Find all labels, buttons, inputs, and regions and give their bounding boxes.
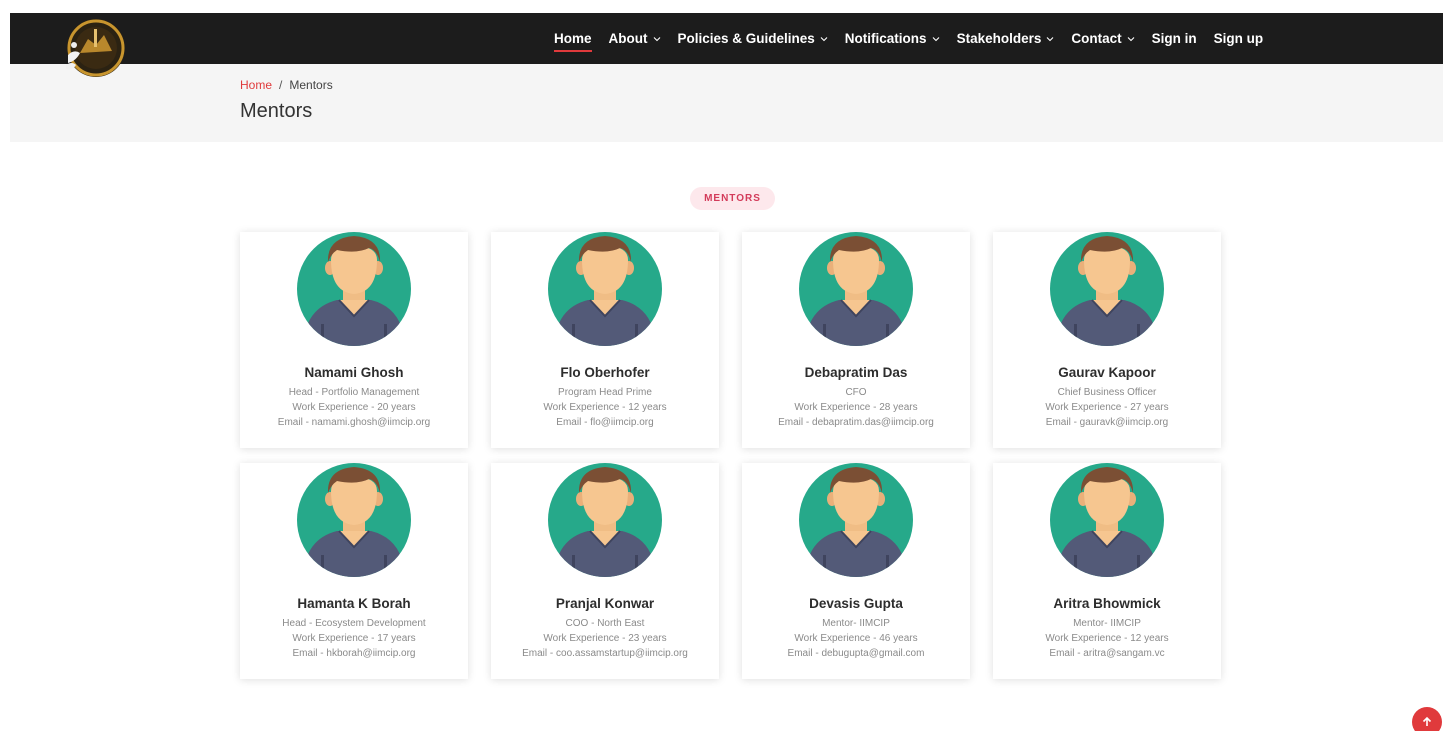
mentor-card[interactable]: Pranjal Konwar COO - North East Work Exp… <box>491 463 719 679</box>
chevron-down-icon <box>1046 36 1054 41</box>
mentor-experience: Work Experience - 12 years <box>543 402 667 413</box>
mentor-email: Email - hkborah@iimcip.org <box>292 648 416 659</box>
back-to-top-button[interactable] <box>1412 707 1442 731</box>
section-badge: MENTORS <box>690 187 775 210</box>
mentor-experience: Work Experience - 27 years <box>1045 402 1169 413</box>
breadcrumb: Home / Mentors <box>240 78 333 92</box>
mentor-experience: Work Experience - 28 years <box>794 402 918 413</box>
nav-policies-guidelines[interactable]: Policies & Guidelines <box>678 13 828 64</box>
nav-contact[interactable]: Contact <box>1071 13 1134 64</box>
person-avatar-icon <box>1050 463 1164 577</box>
mentor-role: Program Head Prime <box>558 387 652 398</box>
mentor-email: Email - gauravk@iimcip.org <box>1045 417 1169 428</box>
mentor-name: Hamanta K Borah <box>297 596 411 611</box>
mentor-experience: Work Experience - 23 years <box>543 633 667 644</box>
mentor-email: Email - namami.ghosh@iimcip.org <box>277 417 431 428</box>
mentor-email: Email - coo.assamstartup@iimcip.org <box>522 648 688 659</box>
mentor-grid: Namami Ghosh Head - Portfolio Management… <box>240 232 1221 679</box>
nav-home[interactable]: Home <box>554 13 592 64</box>
nav-sign-up-label: Sign up <box>1213 31 1264 46</box>
mentor-card[interactable]: Flo Oberhofer Program Head Prime Work Ex… <box>491 232 719 448</box>
page-title-band: Home / Mentors Mentors <box>10 64 1443 142</box>
nav-sign-in-label: Sign in <box>1151 31 1197 46</box>
mentor-name: Aritra Bhowmick <box>1053 596 1161 611</box>
page: Home About Policies & Guidelines Notific… <box>10 13 1443 731</box>
mentor-role: CFO <box>845 387 867 398</box>
person-avatar-icon <box>548 232 662 346</box>
person-avatar-icon <box>799 232 913 346</box>
mentor-email: Email - debugupta@gmail.com <box>787 648 925 659</box>
mentor-role: Mentor- IIMCIP <box>822 618 890 629</box>
page-title: Mentors <box>240 100 313 122</box>
person-avatar-icon <box>548 463 662 577</box>
mentor-experience: Work Experience - 46 years <box>794 633 918 644</box>
mentor-card[interactable]: Hamanta K Borah Head - Ecosystem Develop… <box>240 463 468 679</box>
breadcrumb-current: Mentors <box>289 78 333 92</box>
mentor-role: Mentor- IIMCIP <box>1073 618 1141 629</box>
mentor-experience: Work Experience - 20 years <box>292 402 416 413</box>
chevron-down-icon <box>653 36 660 41</box>
mentor-name: Flo Oberhofer <box>560 365 650 380</box>
mentor-role: COO - North East <box>565 618 645 629</box>
mentor-card[interactable]: Namami Ghosh Head - Portfolio Management… <box>240 232 468 448</box>
mentor-role: Chief Business Officer <box>1057 387 1157 398</box>
mentor-card[interactable]: Aritra Bhowmick Mentor- IIMCIP Work Expe… <box>993 463 1221 679</box>
nav-sign-up[interactable]: Sign up <box>1214 13 1264 64</box>
nav-about-label: About <box>608 31 648 46</box>
mentor-name: Devasis Gupta <box>809 596 903 611</box>
mentor-email: Email - aritra@sangam.vc <box>1049 648 1165 659</box>
site-header: Home About Policies & Guidelines Notific… <box>10 13 1443 77</box>
nav-about[interactable]: About <box>609 13 661 64</box>
person-avatar-icon <box>297 463 411 577</box>
person-avatar-icon <box>799 463 913 577</box>
mentor-name: Gaurav Kapoor <box>1058 365 1156 380</box>
nav-notifications[interactable]: Notifications <box>845 13 940 64</box>
mentor-email: Email - debapratim.das@iimcip.org <box>778 417 934 428</box>
mentor-email: Email - flo@iimcip.org <box>556 417 654 428</box>
mentor-role: Head - Portfolio Management <box>288 387 420 398</box>
chevron-down-icon <box>1127 36 1134 41</box>
arrow-up-icon <box>1422 716 1432 726</box>
mentor-card[interactable]: Debapratim Das CFO Work Experience - 28 … <box>742 232 970 448</box>
person-avatar-icon <box>297 232 411 346</box>
mentor-card[interactable]: Devasis Gupta Mentor- IIMCIP Work Experi… <box>742 463 970 679</box>
nav-sign-in[interactable]: Sign in <box>1152 13 1197 64</box>
chevron-down-icon <box>932 36 939 41</box>
mentor-role: Head - Ecosystem Development <box>282 618 426 629</box>
nav-home-label: Home <box>554 31 592 46</box>
breadcrumb-separator: / <box>279 78 283 92</box>
mentor-name: Pranjal Konwar <box>555 596 655 611</box>
person-avatar-icon <box>1050 232 1164 346</box>
mentor-card[interactable]: Gaurav Kapoor Chief Business Officer Wor… <box>993 232 1221 448</box>
mentor-name: Debapratim Das <box>804 365 908 380</box>
nav-notifications-label: Notifications <box>844 31 927 46</box>
main-nav: Home About Policies & Guidelines Notific… <box>554 13 1280 64</box>
logo-emblem[interactable] <box>60 15 128 79</box>
mentor-name: Namami Ghosh <box>304 365 404 380</box>
nav-stakeholders[interactable]: Stakeholders <box>957 13 1055 64</box>
nav-stakeholders-label: Stakeholders <box>956 31 1042 46</box>
chevron-down-icon <box>820 36 828 41</box>
mentor-experience: Work Experience - 12 years <box>1045 633 1169 644</box>
breadcrumb-home-link[interactable]: Home <box>240 78 272 92</box>
nav-contact-label: Contact <box>1071 31 1122 46</box>
nav-policies-label: Policies & Guidelines <box>677 31 815 46</box>
mentor-experience: Work Experience - 17 years <box>292 633 416 644</box>
